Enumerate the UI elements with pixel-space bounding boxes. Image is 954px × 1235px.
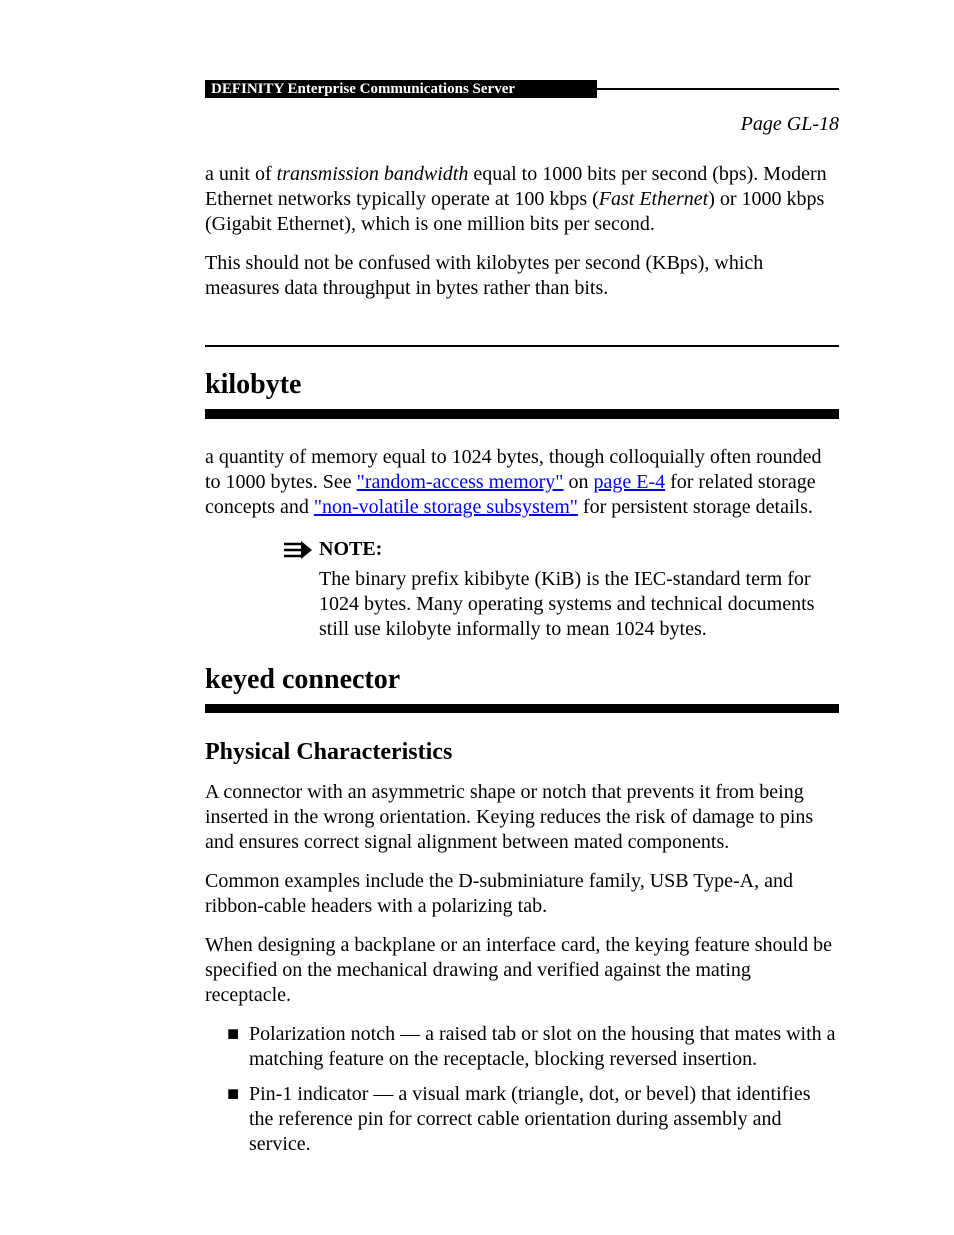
- bullet-marker: ■: [227, 1082, 249, 1157]
- section2-paragraph-3: When designing a backplane or an interfa…: [205, 933, 839, 1008]
- page-header: DEFINITY Enterprise Communications Serve…: [205, 75, 839, 103]
- link-page-e4[interactable]: page E-4: [593, 471, 665, 493]
- thin-rule-1: [205, 345, 839, 347]
- intro-italic-2: Fast Ethernet: [599, 188, 708, 210]
- section-heading-keyed-connector: keyed connector: [205, 664, 839, 696]
- link-random-access-memory[interactable]: "random-access memory": [357, 471, 564, 493]
- section-paragraph: a quantity of memory equal to 1024 bytes…: [205, 445, 839, 520]
- intro-italic-1: transmission bandwidth: [277, 163, 469, 185]
- intro-paragraph-1: a unit of transmission bandwidth equal t…: [205, 162, 839, 237]
- header-title: DEFINITY Enterprise Communications Serve…: [211, 81, 515, 98]
- list-item: ■ Polarization notch — a raised tab or s…: [227, 1022, 839, 1072]
- intro-p1-prefix: a unit of: [205, 163, 277, 185]
- intro-paragraph-2: This should not be confused with kilobyt…: [205, 251, 839, 301]
- note-block: NOTE:: [205, 538, 839, 561]
- list-item: ■ Pin-1 indicator — a visual mark (trian…: [227, 1082, 839, 1157]
- thick-rule-1: [205, 409, 839, 419]
- section-text-between: on: [563, 471, 593, 493]
- note-label: NOTE:: [319, 538, 382, 561]
- subheading-physical: Physical Characteristics: [205, 739, 839, 766]
- bullet-text-1: Polarization notch — a raised tab or slo…: [249, 1022, 839, 1072]
- bullet-text-2: Pin-1 indicator — a visual mark (triangl…: [249, 1082, 839, 1157]
- section2-paragraph-1: A connector with an asymmetric shape or …: [205, 780, 839, 855]
- link-nonvolatile-storage[interactable]: "non-volatile storage subsystem": [314, 496, 578, 518]
- bullet-marker: ■: [227, 1022, 249, 1072]
- note-arrow-icon: [283, 540, 313, 560]
- bullet-list: ■ Polarization notch — a raised tab or s…: [205, 1022, 839, 1157]
- document-page: DEFINITY Enterprise Communications Serve…: [0, 0, 954, 1235]
- header-black-bar: DEFINITY Enterprise Communications Serve…: [205, 80, 597, 98]
- section-text-trailing: for persistent storage details.: [578, 496, 813, 518]
- section-heading-kilobyte: kilobyte: [205, 369, 839, 401]
- section2-paragraph-2: Common examples include the D-subminiatu…: [205, 869, 839, 919]
- page-number-text: Page GL-18: [741, 113, 839, 135]
- note-body: The binary prefix kibibyte (KiB) is the …: [205, 567, 839, 642]
- page-number: Page GL-18: [205, 113, 839, 136]
- header-rule: [597, 88, 839, 90]
- thick-rule-2: [205, 704, 839, 713]
